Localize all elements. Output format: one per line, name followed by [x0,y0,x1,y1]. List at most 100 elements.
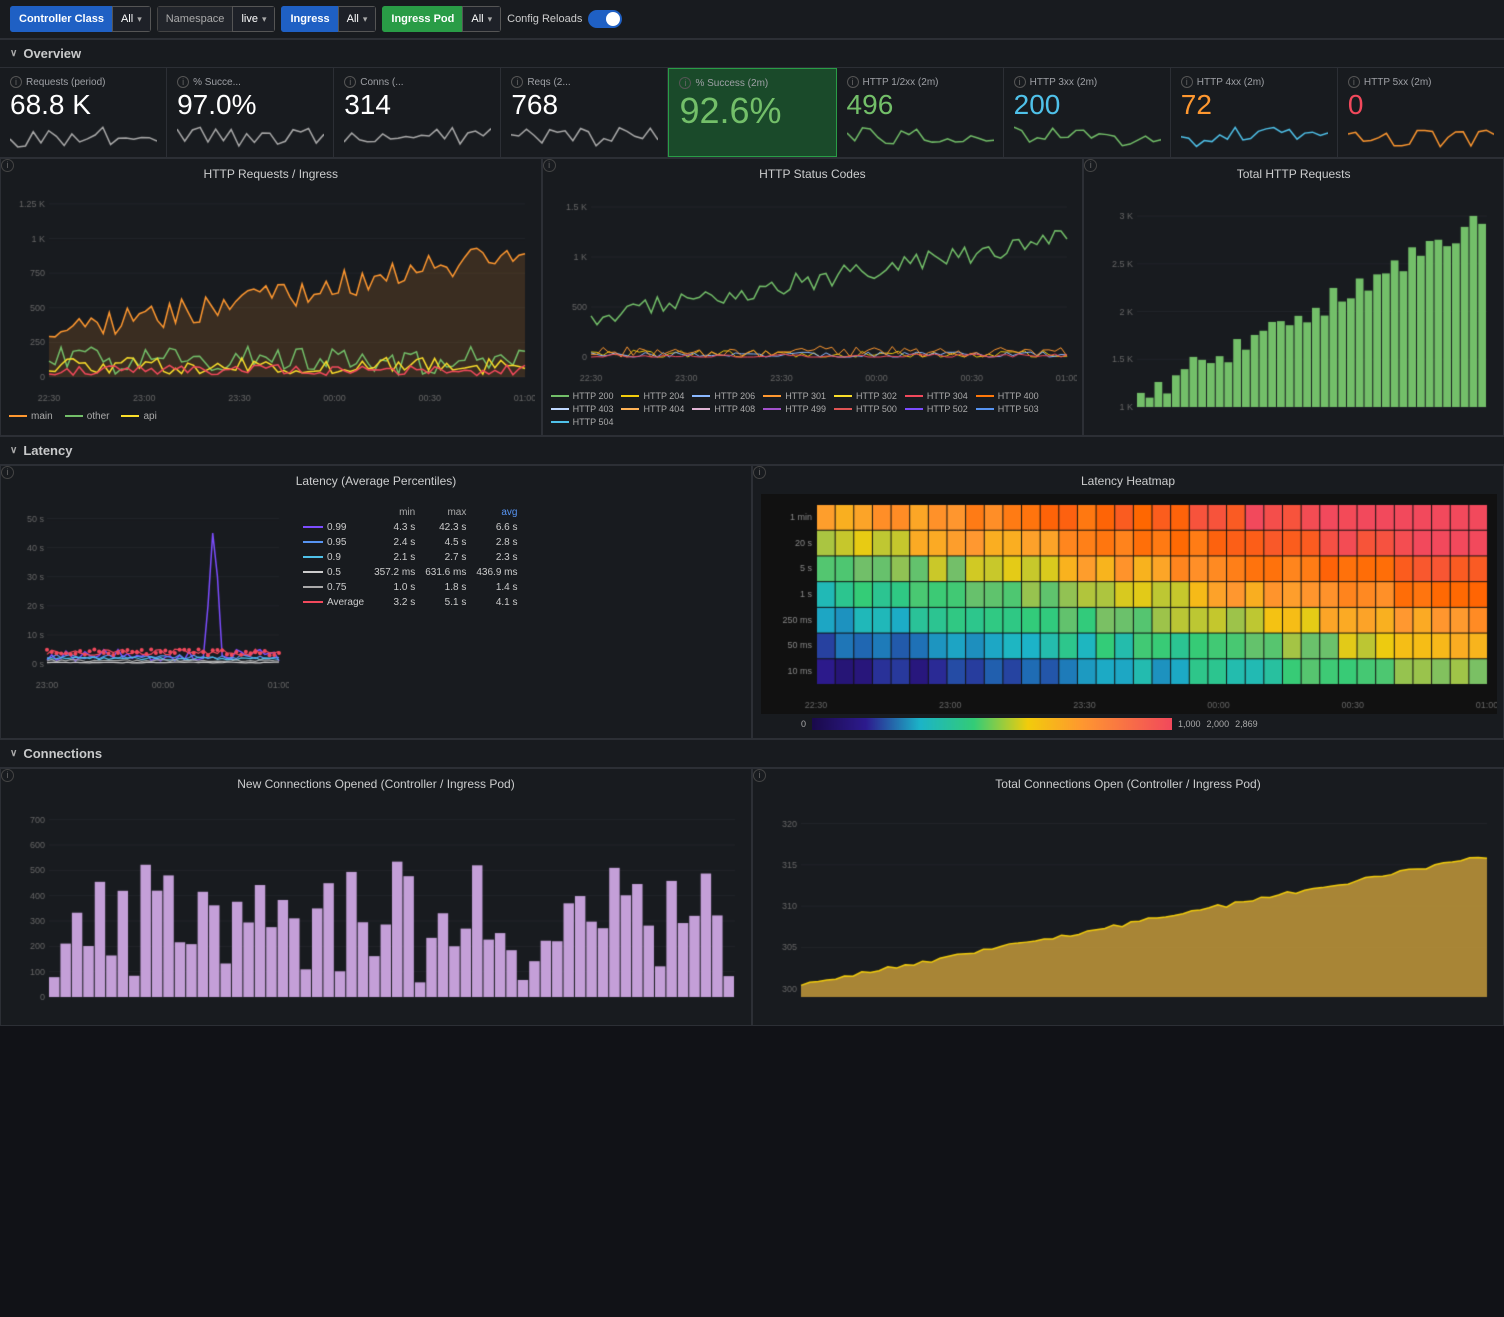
overview-chevron-icon: ∨ [10,48,17,59]
chart-title-latency-pct: Latency (Average Percentiles) [9,474,743,488]
stat-title-http-3xx: i HTTP 3xx (2m) [1014,76,1160,88]
legend-item-2: other [65,411,110,422]
chart-title-total-http: Total HTTP Requests [1092,167,1495,181]
chart-info-icon-5[interactable]: i [753,466,766,479]
latency-section-label: Latency [23,443,72,458]
stat-title-http-4xx: i HTTP 4xx (2m) [1181,76,1327,88]
info-icon-2[interactable]: i [177,76,189,88]
latency-col-avg: avg [472,506,521,519]
stat-value-conns: 314 [344,90,490,121]
info-icon-4[interactable]: i [511,76,523,88]
stat-value-success-pct: 97.0% [177,90,323,121]
chart-latency-percentiles: i Latency (Average Percentiles) min max … [0,465,752,739]
info-icon-7[interactable]: i [1014,76,1026,88]
stat-title-success-2m: i % Success (2m) [679,77,825,89]
chart-info-icon-7[interactable]: i [753,769,766,782]
connections-section-header[interactable]: ∨ Connections [0,739,1504,768]
chart-title-new-connections: New Connections Opened (Controller / Ing… [9,777,743,791]
stat-title-success-pct: i % Succe... [177,76,323,88]
config-reloads-toggle[interactable]: Config Reloads [507,10,622,28]
stat-card-requests-period: i Requests (period) 68.8 K [0,68,167,157]
stat-value-http-3xx: 200 [1014,90,1160,121]
legend-http504: HTTP 504 [551,417,614,427]
filter-namespace[interactable]: Namespace live ▾ [157,6,276,32]
info-icon-6[interactable]: i [847,76,859,88]
latency-row-090: 0.9 2.1 s2.7 s2.3 s [299,551,522,564]
stat-value-success-2m: 92.6% [679,91,825,131]
toggle-button[interactable] [588,10,622,28]
config-reloads-label: Config Reloads [507,13,582,25]
filter-ingress-label: Ingress [281,6,337,32]
latency-charts-row: i Latency (Average Percentiles) min max … [0,465,1504,739]
canvas-latency-percentiles [9,494,289,694]
stat-title-requests-period: i Requests (period) [10,76,156,88]
legend-http400: HTTP 400 [976,391,1039,401]
chart-info-icon-4[interactable]: i [1,466,14,479]
latency-legend-table: min max avg 0.99 4.3 s42.3 s6.6 s 0.95 2… [297,504,524,611]
legend-http206: HTTP 206 [692,391,755,401]
filter-ingress[interactable]: Ingress All ▾ [281,6,376,32]
chart-title-http-requests: HTTP Requests / Ingress [9,167,533,181]
legend-http503: HTTP 503 [976,404,1039,414]
stat-card-http-3xx: i HTTP 3xx (2m) 200 [1004,68,1171,157]
stat-title-http-5xx: i HTTP 5xx (2m) [1348,76,1494,88]
info-icon-8[interactable]: i [1181,76,1193,88]
legend-http502: HTTP 502 [905,404,968,414]
colorbar-1000: 1,000 [1178,719,1201,729]
filter-controller-class-label: Controller Class [10,6,112,32]
sparkline-http-5xx [1348,125,1494,149]
canvas-total-connections [761,797,1497,1017]
info-icon-9[interactable]: i [1348,76,1360,88]
info-icon-3[interactable]: i [344,76,356,88]
connections-section-label: Connections [23,746,102,761]
topbar: Controller Class All ▾ Namespace live ▾ … [0,0,1504,39]
filter-ingress-pod[interactable]: Ingress Pod All ▾ [382,6,501,32]
canvas-new-connections [9,797,745,1017]
chart-info-icon-3[interactable]: i [1084,159,1097,172]
connections-charts-row: i New Connections Opened (Controller / I… [0,768,1504,1026]
canvas-http-requests-ingress [9,187,535,407]
filter-controller-class-value[interactable]: All ▾ [112,6,151,32]
filter-ingress-value[interactable]: All ▾ [338,6,377,32]
latency-section-header[interactable]: ∨ Latency [0,436,1504,465]
legend-item-3: api [121,411,156,422]
chart-total-connections: i Total Connections Open (Controller / I… [752,768,1504,1026]
stat-value-http-5xx: 0 [1348,90,1494,121]
colorbar-min: 0 [801,719,806,729]
overview-section-header[interactable]: ∨ Overview [0,39,1504,68]
legend-http500: HTTP 500 [834,404,897,414]
chart-title-status-codes: HTTP Status Codes [551,167,1075,181]
chart-info-icon-6[interactable]: i [1,769,14,782]
colorbar-canvas [812,718,1172,730]
legend-http408: HTTP 408 [692,404,755,414]
chart-info-icon-1[interactable]: i [1,159,14,172]
info-icon[interactable]: i [10,76,22,88]
canvas-total-http-requests [1092,187,1497,427]
filter-controller-class[interactable]: Controller Class All ▾ [10,6,151,32]
legend-http304: HTTP 304 [905,391,968,401]
sparkline-http-3xx [1014,125,1161,149]
filter-ingress-pod-value[interactable]: All ▾ [462,6,501,32]
canvas-latency-heatmap [761,494,1497,714]
stat-title-conns: i Conns (... [344,76,490,88]
colorbar-max: 2,869 [1235,719,1258,729]
chart-total-http-requests: i Total HTTP Requests [1083,158,1504,436]
legend-status-codes: HTTP 200 HTTP 204 HTTP 206 HTTP 301 HTTP… [551,391,1075,427]
sparkline-requests-period [10,125,157,149]
latency-row-075: 0.75 1.0 s1.8 s1.4 s [299,581,522,594]
filter-namespace-value[interactable]: live ▾ [232,6,275,32]
legend-http302: HTTP 302 [834,391,897,401]
stat-cards-row: i Requests (period) 68.8 K i % Succe... … [0,68,1504,158]
stat-title-http-12xx: i HTTP 1/2xx (2m) [847,76,993,88]
chart-info-icon-2[interactable]: i [543,159,556,172]
legend-item-1: main [9,411,53,422]
overview-section-label: Overview [23,46,81,61]
latency-row-050: 0.5 357.2 ms631.6 ms436.9 ms [299,566,522,579]
canvas-http-status-codes [551,187,1077,387]
latency-col-max: max [421,506,470,519]
stat-card-http-5xx: i HTTP 5xx (2m) 0 [1338,68,1504,157]
filter-namespace-label: Namespace [157,6,233,32]
overview-charts-row: i HTTP Requests / Ingress main other api… [0,158,1504,436]
info-icon-5[interactable]: i [679,77,691,89]
chart-title-total-connections: Total Connections Open (Controller / Ing… [761,777,1495,791]
